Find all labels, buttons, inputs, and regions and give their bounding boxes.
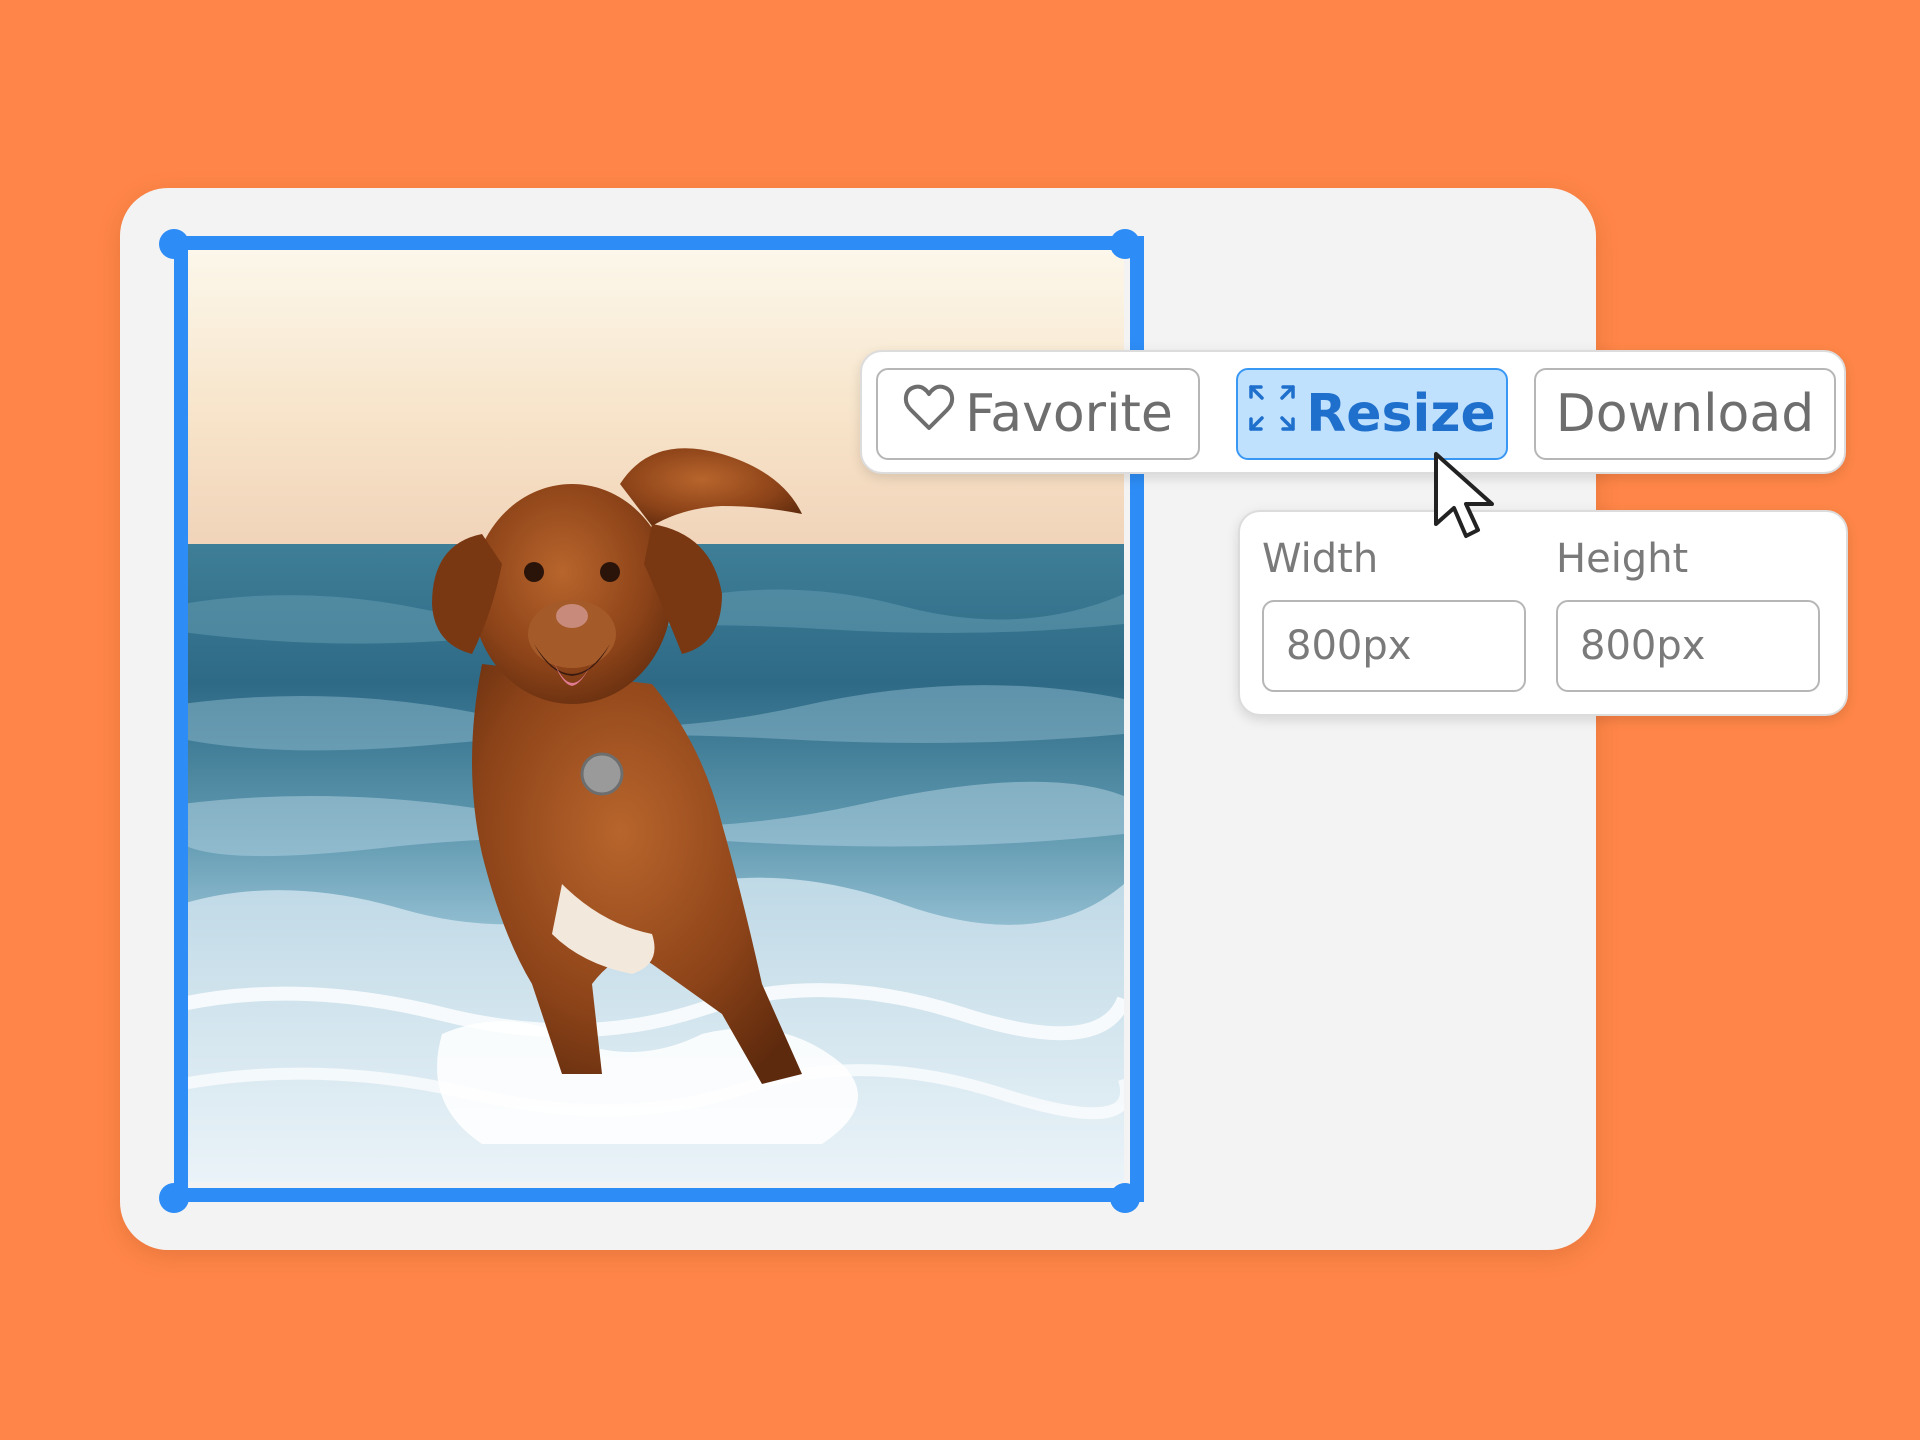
resize-handle-top-right[interactable] [1110,229,1140,259]
heart-icon [903,384,955,445]
resize-handle-bottom-left[interactable] [159,1183,189,1213]
expand-arrows-icon [1248,384,1296,445]
resize-label: Resize [1306,384,1496,444]
mouse-pointer-icon [1432,450,1512,544]
resize-button[interactable]: Resize [1236,368,1508,460]
download-button[interactable]: Download [1534,368,1836,460]
width-label: Width [1262,536,1379,582]
resize-handle-bottom-right[interactable] [1110,1183,1140,1213]
favorite-label: Favorite [965,384,1173,444]
image-toolbar: Favorite Resize Download [860,350,1846,474]
favorite-button[interactable]: Favorite [876,368,1200,460]
width-input[interactable] [1262,600,1526,692]
resize-handle-top-left[interactable] [159,229,189,259]
download-label: Download [1555,384,1815,444]
height-input[interactable] [1556,600,1820,692]
resize-panel: Width Height [1238,510,1848,716]
height-label: Height [1556,536,1689,582]
